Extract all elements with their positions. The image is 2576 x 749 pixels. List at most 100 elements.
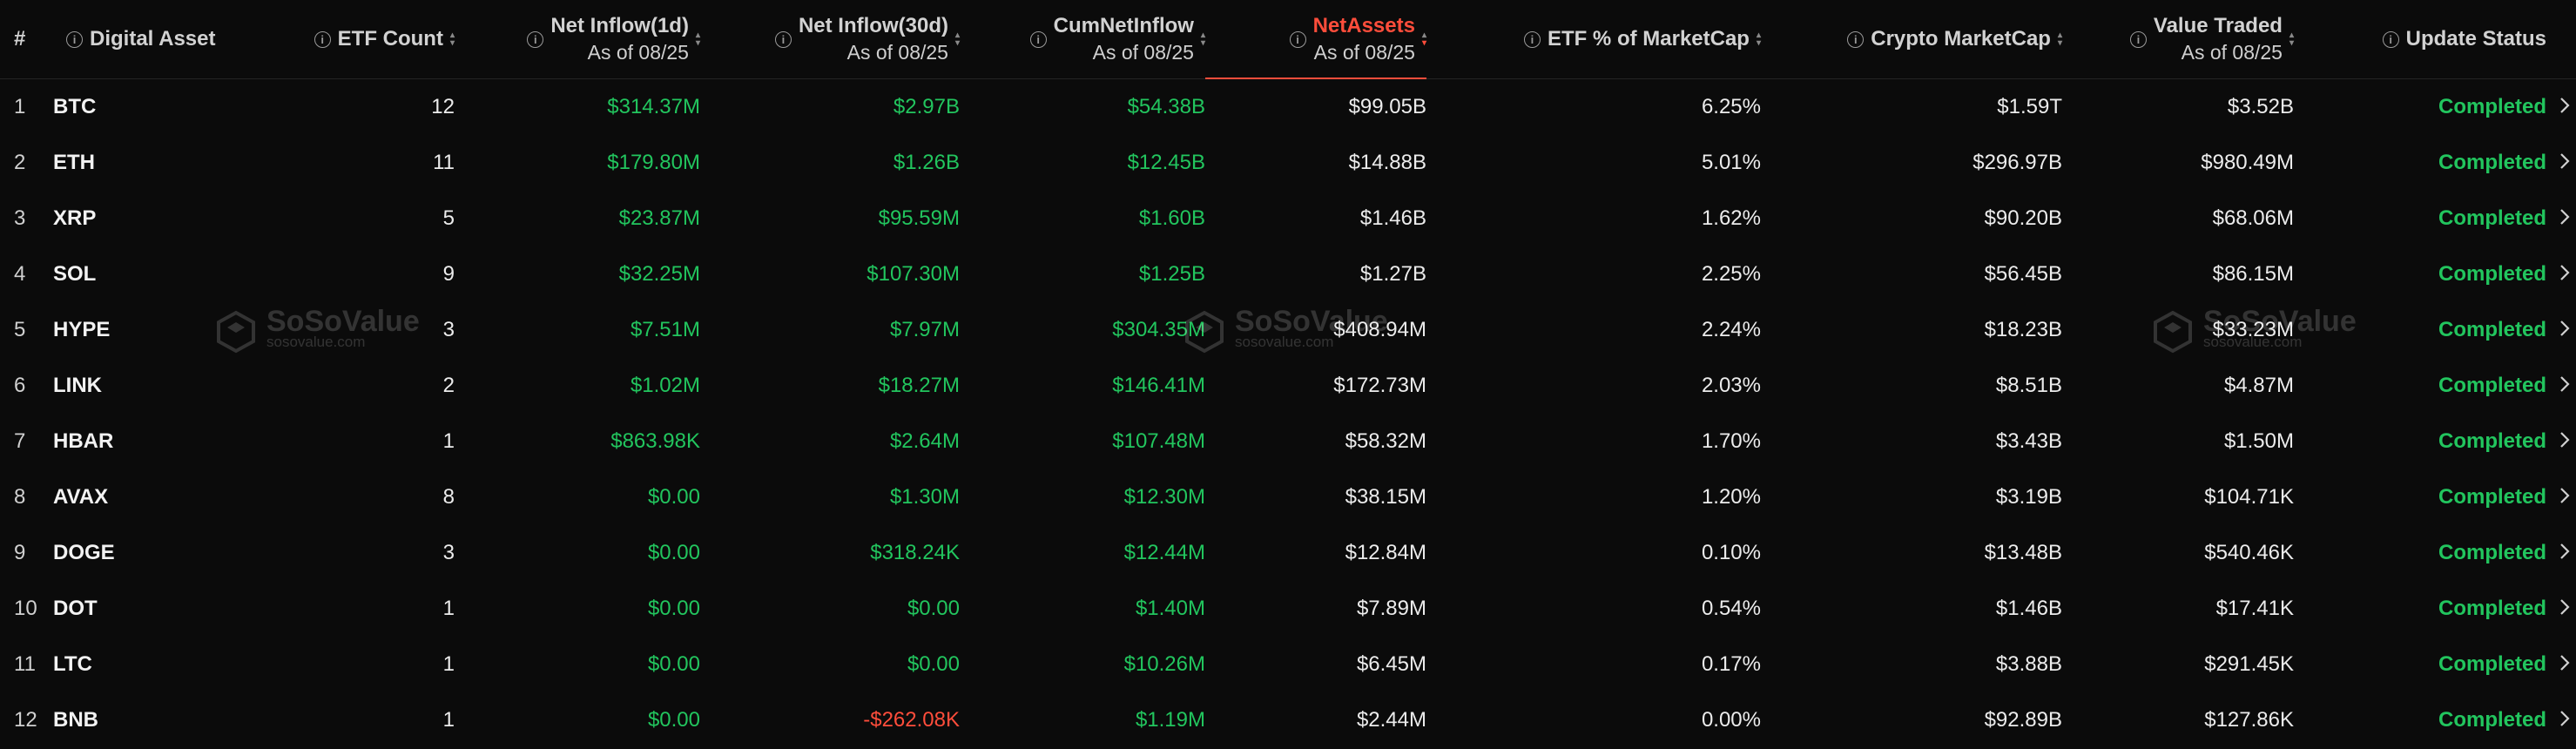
cell-cum-net-inflow: $107.48M [1112, 429, 1205, 453]
cell-symbol: ETH [53, 151, 95, 174]
info-icon[interactable]: i [1523, 30, 1541, 48]
table-row[interactable]: 12 BNB 1 $0.00 -$262.08K $1.19M $2.44M 0.00% $92… [0, 692, 2576, 748]
info-icon[interactable]: i [2129, 30, 2147, 48]
table-row[interactable]: 3 XRP 5 $23.87M $95.59M $1.60B $1.46B 1.62% $90.… [0, 191, 2576, 246]
cell-update-status: Completed [2438, 485, 2546, 509]
cell-symbol: SOL [53, 262, 97, 286]
chevron-right-icon[interactable] [2546, 581, 2576, 637]
table-row[interactable]: 11 LTC 1 $0.00 $0.00 $10.26M $6.45M 0.17% $3.88B… [0, 637, 2576, 692]
cell-etf-count: 12 [431, 95, 455, 118]
table-row[interactable]: 6 LINK 2 $1.02M $18.27M $146.41M $172.73M 2.03%… [0, 358, 2576, 414]
chevron-right-icon[interactable] [2546, 135, 2576, 191]
header-cum-net-inflow[interactable]: i CumNetInflow As of 08/25 ▴ ▾ [960, 0, 1205, 79]
cell-net-assets: $58.32M [1345, 429, 1426, 453]
header-cum-net-inflow-label: CumNetInflow [1053, 14, 1194, 37]
table-row[interactable]: 2 ETH 11 $179.80M $1.26B $12.45B $14.88B 5.01% $… [0, 135, 2576, 191]
chevron-right-icon[interactable] [2546, 637, 2576, 692]
info-icon[interactable]: i [774, 30, 792, 48]
cell-value-traded: $86.15M [2212, 262, 2294, 286]
cell-rank: 10 [14, 597, 37, 620]
chevron-right-icon[interactable] [2546, 525, 2576, 581]
cell-value-traded: $1.50M [2223, 429, 2294, 453]
cell-etf-count: 9 [442, 262, 455, 286]
chevron-right-icon[interactable] [2546, 414, 2576, 469]
cell-cum-net-inflow: $54.38B [1127, 95, 1205, 118]
cell-symbol: AVAX [53, 485, 109, 509]
cell-update-status: Completed [2438, 95, 2546, 118]
table-row[interactable]: 4 SOL 9 $32.25M $107.30M $1.25B $1.27B 2.25% $56… [0, 246, 2576, 302]
cell-net-inflow-1d: $314.37M [607, 95, 700, 118]
info-icon[interactable]: i [1029, 30, 1047, 48]
cell-crypto-marketcap: $1.46B [1995, 597, 2062, 620]
chevron-right-icon[interactable] [2546, 191, 2576, 246]
header-net-inflow-30d-label: Net Inflow(30d) [798, 14, 948, 37]
header-digital-asset-label: Digital Asset [90, 27, 216, 51]
table-row[interactable]: 8 AVAX 8 $0.00 $1.30M $12.30M $38.15M 1.20% $3.1… [0, 469, 2576, 525]
table-row[interactable]: 9 DOGE 3 $0.00 $318.24K $12.44M $12.84M 0.10% $1… [0, 525, 2576, 581]
cell-net-inflow-1d: $7.51M [630, 318, 700, 341]
cell-symbol: DOT [53, 597, 98, 620]
cell-net-inflow-1d: $179.80M [607, 151, 700, 174]
chevron-right-icon[interactable] [2546, 692, 2576, 748]
header-net-inflow-30d-date: As of 08/25 [846, 41, 948, 64]
header-update-status-label: Update Status [2405, 27, 2546, 51]
cell-etf-count: 11 [433, 151, 455, 174]
info-icon[interactable]: i [314, 30, 331, 48]
info-icon[interactable]: i [527, 30, 544, 48]
cell-etf-pct: 2.24% [1701, 318, 1761, 341]
cell-etf-count: 3 [442, 318, 455, 341]
cell-etf-count: 5 [442, 206, 455, 230]
header-crypto-marketcap[interactable]: i Crypto MarketCap ▴ ▾ [1761, 0, 2062, 79]
header-digital-asset[interactable]: i Digital Asset [52, 0, 279, 79]
header-etf-count[interactable]: i ETF Count ▴ ▾ [279, 0, 455, 79]
cell-etf-pct: 2.25% [1701, 262, 1761, 286]
cell-net-assets: $14.88B [1348, 151, 1426, 174]
info-icon[interactable]: i [1847, 30, 1865, 48]
header-net-inflow-30d[interactable]: i Net Inflow(30d) As of 08/25 ▴ ▾ [700, 0, 960, 79]
info-icon[interactable]: i [66, 30, 83, 48]
cell-etf-pct: 0.17% [1701, 652, 1761, 676]
cell-net-inflow-30d: $107.30M [867, 262, 960, 286]
chevron-right-icon[interactable] [2546, 469, 2576, 525]
header-etf-pct-marketcap[interactable]: i ETF % of MarketCap ▴ ▾ [1426, 0, 1761, 79]
cell-rank: 8 [14, 485, 26, 509]
header-value-traded[interactable]: i Value Traded As of 08/25 ▴ ▾ [2062, 0, 2294, 79]
cell-net-inflow-30d: $1.26B [893, 151, 960, 174]
cell-net-assets: $1.46B [1359, 206, 1426, 230]
header-rank: # [0, 0, 52, 79]
cell-rank: 6 [14, 374, 26, 397]
info-icon[interactable]: i [1289, 30, 1306, 48]
info-icon[interactable]: i [2382, 30, 2399, 48]
table-row[interactable]: 10 DOT 1 $0.00 $0.00 $1.40M $7.89M 0.54% $1.46B $… [0, 581, 2576, 637]
cell-etf-pct: 2.03% [1701, 374, 1761, 397]
cell-net-inflow-30d: $318.24K [870, 541, 960, 564]
cell-net-inflow-1d: $0.00 [647, 708, 700, 732]
cell-net-inflow-30d: $0.00 [907, 652, 960, 676]
cell-net-assets: $12.84M [1345, 541, 1426, 564]
header-net-inflow-1d[interactable]: i Net Inflow(1d) As of 08/25 ▴ ▾ [455, 0, 700, 79]
table-row[interactable]: 1 BTC 12 $314.37M $2.97B $54.38B $99.05B 6.25% $… [0, 79, 2576, 136]
cell-cum-net-inflow: $146.41M [1112, 374, 1205, 397]
cell-value-traded: $68.06M [2212, 206, 2294, 230]
header-crypto-marketcap-label: Crypto MarketCap [1871, 27, 2051, 51]
cell-crypto-marketcap: $296.97B [1972, 151, 2062, 174]
cell-etf-pct: 1.20% [1701, 485, 1761, 509]
cell-update-status: Completed [2438, 652, 2546, 676]
cell-etf-pct: 5.01% [1701, 151, 1761, 174]
chevron-right-icon[interactable] [2546, 79, 2576, 136]
cell-crypto-marketcap: $90.20B [1984, 206, 2062, 230]
cell-value-traded: $291.45K [2204, 652, 2294, 676]
header-net-assets[interactable]: i NetAssets As of 08/25 ▴ ▾ [1205, 0, 1426, 79]
cell-etf-pct: 0.00% [1701, 708, 1761, 732]
chevron-right-icon[interactable] [2546, 246, 2576, 302]
cell-crypto-marketcap: $18.23B [1984, 318, 2062, 341]
chevron-right-icon[interactable] [2546, 302, 2576, 358]
cell-symbol: BNB [53, 708, 98, 732]
cell-crypto-marketcap: $3.88B [1995, 652, 2062, 676]
table-body: 1 BTC 12 $314.37M $2.97B $54.38B $99.05B 6.25% $… [0, 79, 2576, 749]
etf-table: # i Digital Asset i ETF Count ▴ ▾ i Net … [0, 0, 2576, 748]
table-row[interactable]: 5 HYPE 3 $7.51M $7.97M $304.35M $408.94M 2.24% $… [0, 302, 2576, 358]
table-row[interactable]: 7 HBAR 1 $863.98K $2.64M $107.48M $58.32M 1.70%… [0, 414, 2576, 469]
chevron-right-icon[interactable] [2546, 358, 2576, 414]
cell-net-inflow-30d: $2.64M [889, 429, 960, 453]
